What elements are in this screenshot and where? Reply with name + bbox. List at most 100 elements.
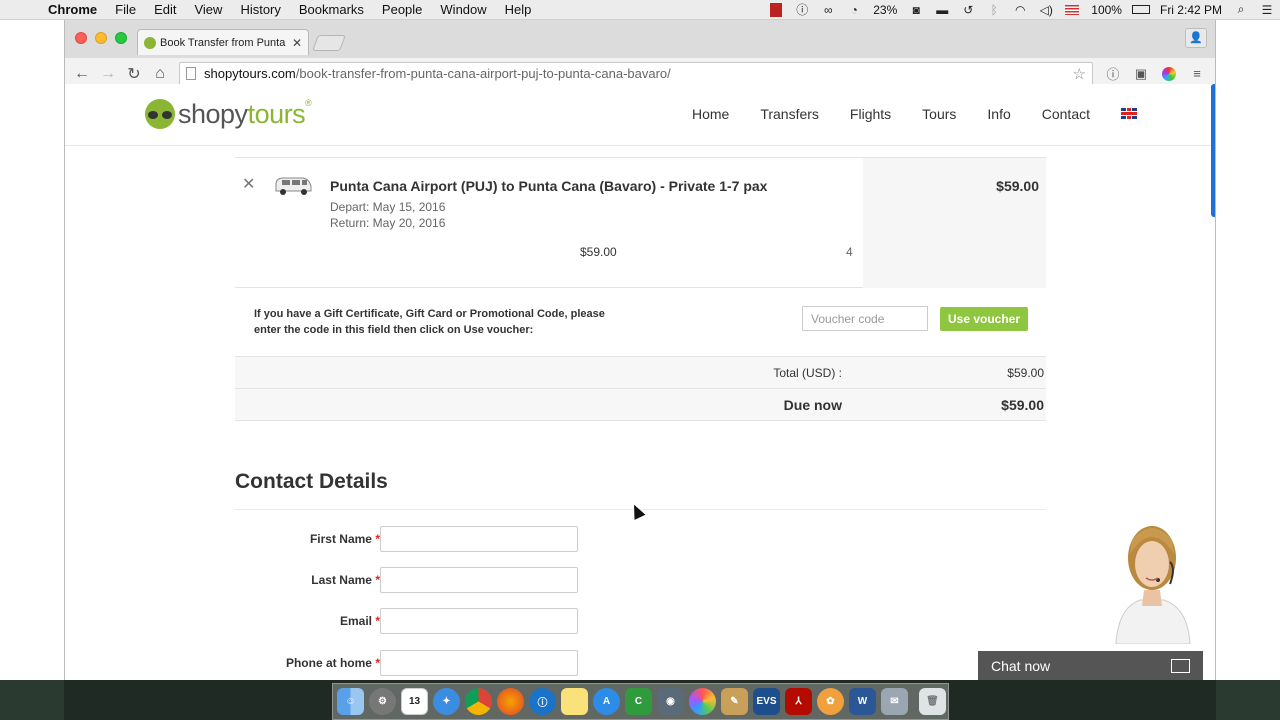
reload-icon[interactable]: ↻ [121, 62, 147, 86]
first-name-label: First Name * [309, 532, 380, 546]
new-tab-button[interactable] [312, 35, 346, 51]
unit-price: $59.00 [580, 245, 617, 259]
browser-tab[interactable]: Book Transfer from Punta C ✕ [137, 29, 309, 55]
lastpass-extension-icon[interactable]: ▣ [1127, 62, 1155, 86]
battery-percent: 100% [1091, 2, 1122, 17]
menu-window[interactable]: Window [431, 2, 495, 17]
word-icon[interactable]: W [849, 688, 876, 715]
contact-details-title: Contact Details [235, 470, 388, 493]
due-now-value: $59.00 [1001, 397, 1044, 413]
menu-view[interactable]: View [185, 2, 231, 17]
trash-icon[interactable]: 🗑 [919, 688, 946, 715]
finder-icon[interactable]: ☺ [337, 688, 364, 715]
app-store-icon[interactable]: A [593, 688, 620, 715]
phone-home-field[interactable] [380, 650, 578, 676]
color-picker-extension-icon[interactable] [1155, 62, 1183, 86]
mail-stamp-icon[interactable]: ✉ [881, 688, 908, 715]
display-icon[interactable]: ▬ [929, 0, 955, 20]
profile-icon[interactable]: 👤 [1185, 28, 1207, 48]
clock[interactable]: Fri 2:42 PM [1154, 3, 1228, 17]
record-status-icon[interactable] [763, 0, 789, 20]
menu-history[interactable]: History [231, 2, 289, 17]
nav-info[interactable]: Info [987, 106, 1010, 122]
camtasia-icon[interactable]: C [625, 688, 652, 715]
main-nav: Home Transfers Flights Tours Info Contac… [661, 106, 1137, 122]
use-voucher-button[interactable]: Use voucher [940, 307, 1028, 331]
url-domain: shopytours.com [204, 66, 296, 81]
back-icon[interactable]: ← [69, 62, 95, 86]
page-scrollbar[interactable] [1211, 84, 1215, 217]
nav-tours[interactable]: Tours [922, 106, 956, 122]
notes-icon[interactable] [561, 688, 588, 715]
menu-edit[interactable]: Edit [145, 2, 185, 17]
support-agent-image[interactable] [1110, 510, 1194, 644]
cart: ✕ Punta Cana Airport (PUJ) to Punta Cana… [235, 157, 1046, 421]
evs-app-icon[interactable]: EVS [753, 688, 780, 715]
wifi-icon[interactable]: ◠ [1007, 0, 1033, 20]
nav-flights[interactable]: Flights [850, 106, 891, 122]
menu-bookmarks[interactable]: Bookmarks [290, 2, 373, 17]
safari-icon[interactable]: ✦ [433, 688, 460, 715]
last-name-field[interactable] [380, 567, 578, 593]
close-tab-icon[interactable]: ✕ [292, 36, 302, 50]
creative-cloud-icon[interactable]: ∞ [815, 0, 841, 20]
menu-app-chrome[interactable]: Chrome [38, 2, 106, 17]
site-header: shopy tours ® Home Transfers Flights Tou… [65, 84, 1215, 146]
email-label: Email * [339, 614, 380, 628]
address-bar[interactable]: shopytours.com/book-transfer-from-punta-… [179, 61, 1093, 86]
zoom-window-button[interactable] [115, 32, 127, 44]
first-name-field[interactable] [380, 526, 578, 552]
menu-help[interactable]: Help [496, 2, 541, 17]
forward-icon[interactable]: → [95, 62, 121, 86]
bluetooth-icon[interactable]: ᛒ [981, 0, 1007, 20]
chat-window-icon[interactable] [1171, 658, 1190, 673]
product-name[interactable]: Punta Cana Airport (PUJ) to Punta Cana (… [330, 178, 767, 194]
email-field[interactable] [380, 608, 578, 634]
spotlight-search-icon[interactable]: ⌕ [1228, 0, 1254, 20]
shopytours-logo[interactable]: shopy tours ® [145, 94, 312, 134]
tab-title: Book Transfer from Punta C [160, 36, 288, 49]
close-window-button[interactable] [75, 32, 87, 44]
photos-icon[interactable] [689, 688, 716, 715]
nav-contact[interactable]: Contact [1042, 106, 1090, 122]
menu-file[interactable]: File [106, 2, 145, 17]
cart-item: ✕ Punta Cana Airport (PUJ) to Punta Cana… [235, 157, 1046, 288]
time-machine-icon[interactable]: ↺ [955, 0, 981, 20]
cpu-gauge-icon[interactable]: ◔ [841, 0, 867, 20]
remove-item-icon[interactable]: ✕ [242, 174, 255, 194]
onepassword-extension-icon[interactable]: ⓘ [1099, 62, 1127, 86]
logo-mark-icon [145, 99, 175, 129]
chat-now-widget[interactable]: Chat now [978, 651, 1203, 680]
system-preferences-icon[interactable]: ⚙ [369, 688, 396, 715]
notification-center-icon[interactable]: ☰ [1254, 0, 1280, 20]
flower-app-icon[interactable]: ✿ [817, 688, 844, 715]
bookmark-star-icon[interactable]: ☆ [1073, 65, 1086, 83]
battery-icon[interactable] [1128, 0, 1154, 20]
nav-transfers[interactable]: Transfers [760, 106, 819, 122]
line-total: $59.00 [996, 178, 1039, 194]
camera-icon[interactable]: ◙ [903, 0, 929, 20]
us-flag-icon[interactable] [1059, 0, 1085, 20]
phone-home-row: Phone at home * [235, 650, 595, 676]
voucher-code-input[interactable]: Voucher code [802, 306, 928, 331]
nav-home[interactable]: Home [692, 106, 729, 122]
chrome-menu-icon[interactable]: ≡ [1183, 62, 1211, 86]
uk-flag-language-icon[interactable] [1121, 108, 1137, 119]
onepassword-app-icon[interactable]: ⓘ [529, 688, 556, 715]
menu-people[interactable]: People [373, 2, 431, 17]
site-favicon-icon [144, 36, 156, 49]
minimize-window-button[interactable] [95, 32, 107, 44]
total-label: Total (USD) : [773, 366, 842, 380]
preview-icon[interactable]: ◉ [657, 688, 684, 715]
volume-icon[interactable]: ◁) [1033, 0, 1059, 20]
url-path: /book-transfer-from-punta-cana-airport-p… [295, 66, 671, 81]
acrobat-icon[interactable]: ⅄ [785, 688, 812, 715]
calendar-icon[interactable]: 13 [401, 688, 428, 715]
window-controls [75, 32, 127, 44]
firefox-icon[interactable] [497, 688, 524, 715]
onepassword-icon[interactable]: ⓘ [789, 0, 815, 20]
paint-app-icon[interactable]: ✎ [721, 688, 748, 715]
home-icon[interactable]: ⌂ [147, 62, 173, 86]
chrome-icon[interactable] [465, 688, 492, 715]
total-row: Total (USD) : $59.00 [235, 357, 1046, 389]
